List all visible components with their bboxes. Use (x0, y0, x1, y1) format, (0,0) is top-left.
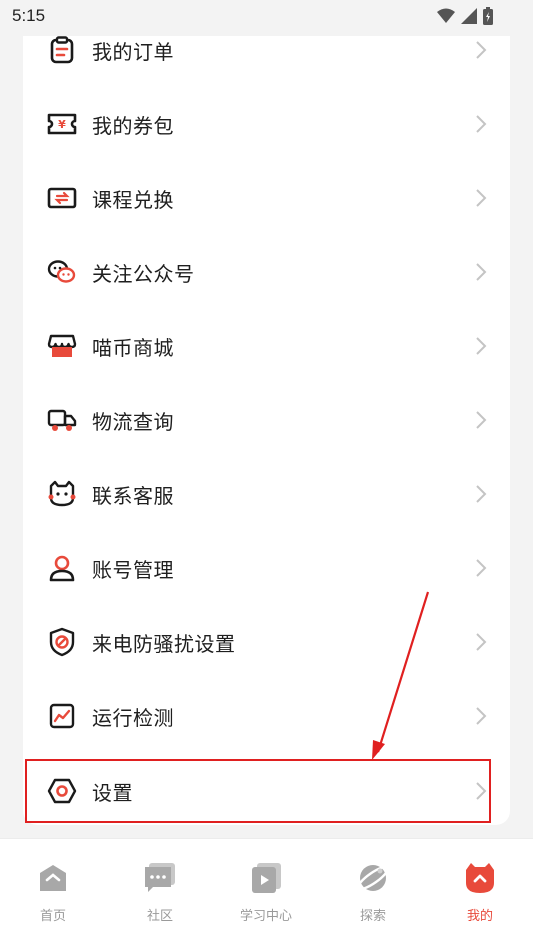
clipboard-icon (47, 35, 77, 65)
menu-item-label: 课程兑换 (92, 187, 174, 212)
chevron-right-icon (476, 707, 487, 725)
store-icon (47, 331, 77, 361)
shield-icon (47, 627, 77, 657)
menu-item-customer-service[interactable]: 联系客服 (23, 457, 510, 531)
chevron-right-icon (476, 633, 487, 651)
menu-item-label: 账号管理 (92, 557, 174, 582)
tab-learning-center[interactable]: 学习中心 (226, 861, 306, 924)
cat-icon (466, 863, 494, 893)
play-icon (252, 863, 281, 893)
status-icons (437, 7, 493, 25)
chevron-right-icon (476, 189, 487, 207)
customer-service-icon (47, 479, 77, 509)
monitor-icon (47, 701, 77, 731)
status-bar: 5:15 (0, 0, 533, 36)
chevron-right-icon (476, 263, 487, 281)
settings-highlight-box (25, 759, 491, 823)
menu-item-course-exchange[interactable]: 课程兑换 (23, 161, 510, 235)
tab-community[interactable]: 社区 (120, 861, 200, 924)
coupon-icon: ¥ (47, 109, 77, 139)
tab-label: 我的 (466, 909, 493, 924)
menu-item-coin-store[interactable]: 喵币商城 (23, 309, 510, 383)
tab-mine[interactable]: 我的 (440, 861, 520, 924)
chevron-right-icon (476, 559, 487, 577)
menu-item-diagnostics[interactable]: 运行检测 (23, 679, 510, 753)
planet-icon (356, 865, 390, 891)
wifi-icon (437, 8, 455, 23)
chat-icon (145, 863, 175, 892)
bottom-tab-bar: 首页 社区 学习中心 探索 我的 (0, 838, 533, 949)
user-icon (47, 553, 77, 583)
menu-item-label: 来电防骚扰设置 (92, 631, 236, 656)
battery-icon (483, 7, 493, 25)
menu-item-label: 联系客服 (92, 483, 174, 508)
menu-item-label: 运行检测 (92, 705, 174, 730)
chevron-right-icon (476, 337, 487, 355)
menu-item-coupons[interactable]: ¥ 我的券包 (23, 87, 510, 161)
chevron-right-icon (476, 115, 487, 133)
svg-text:¥: ¥ (58, 118, 66, 131)
chevron-right-icon (476, 485, 487, 503)
wechat-icon (47, 257, 77, 287)
menu-item-account-management[interactable]: 账号管理 (23, 531, 510, 605)
chevron-right-icon (476, 41, 487, 59)
status-time: 5:15 (12, 6, 46, 25)
home-icon (40, 865, 66, 891)
tab-label: 学习中心 (239, 909, 292, 924)
tab-label: 首页 (39, 909, 66, 924)
menu-item-logistics[interactable]: 物流查询 (23, 383, 510, 457)
menu-item-label: 关注公众号 (92, 261, 195, 286)
menu-item-label: 喵币商城 (92, 335, 174, 360)
menu-item-follow-account[interactable]: 关注公众号 (23, 235, 510, 309)
signal-icon (461, 8, 477, 24)
truck-icon (47, 405, 77, 435)
tab-home[interactable]: 首页 (13, 861, 93, 924)
tab-label: 社区 (146, 909, 173, 924)
exchange-icon (47, 183, 77, 213)
chevron-right-icon (476, 411, 487, 429)
menu-item-anti-harassment[interactable]: 来电防骚扰设置 (23, 605, 510, 679)
tab-label: 探索 (359, 909, 386, 924)
menu-item-label: 我的订单 (92, 39, 174, 64)
menu-item-label: 物流查询 (92, 409, 174, 434)
tab-explore[interactable]: 探索 (333, 861, 413, 924)
menu-item-label: 我的券包 (92, 113, 174, 138)
